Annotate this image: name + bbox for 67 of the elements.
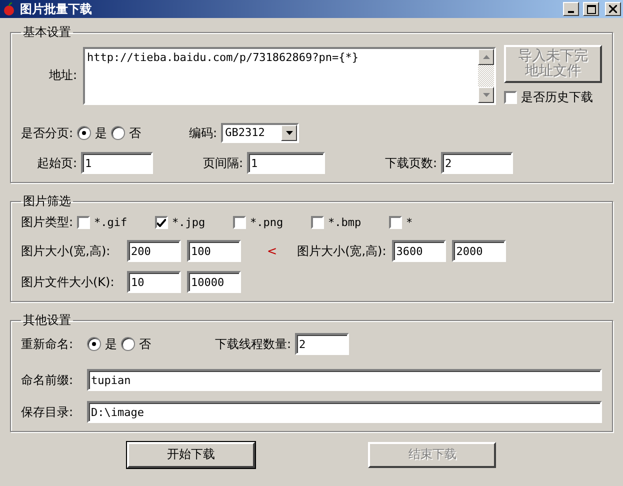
checkbox-label: *.gif: [94, 216, 128, 229]
text-field[interactable]: 100: [187, 240, 241, 262]
checkbox-label: *: [406, 216, 413, 229]
field-label: 下载线程数量:: [215, 336, 292, 352]
text-field[interactable]: 2: [295, 333, 350, 355]
text-field[interactable]: 1: [247, 152, 325, 174]
minimize-button[interactable]: [563, 2, 579, 16]
checkbox[interactable]: [155, 216, 168, 229]
address-field[interactable]: http://tieba.baidu.com/p/731862869?pn={*}: [83, 46, 496, 104]
directory-field[interactable]: D:\image: [87, 401, 602, 423]
field-label: 编码:: [189, 124, 218, 142]
radio-label: 否: [139, 336, 151, 352]
up-arrow-icon: [482, 54, 490, 58]
less-than-sign: <: [267, 244, 278, 258]
dropdown-button[interactable]: [281, 125, 298, 141]
text-field[interactable]: 2: [441, 152, 513, 174]
apple-icon: [2, 2, 16, 16]
prefix-field[interactable]: tupian: [87, 369, 602, 391]
start-download-button[interactable]: 开始下载: [126, 442, 255, 468]
scrollbar[interactable]: [478, 48, 494, 102]
text-field[interactable]: 10000: [187, 271, 241, 293]
checkbox-label: 是否历史下载: [521, 89, 593, 106]
radio-button[interactable]: [87, 337, 101, 351]
close-button[interactable]: [605, 2, 621, 16]
field-label: 是否分页:: [21, 124, 74, 142]
down-arrow-icon: [482, 92, 490, 96]
checkbox[interactable]: [504, 91, 517, 104]
scroll-up-button[interactable]: [478, 48, 494, 64]
field-label: 图片大小(宽,高):: [21, 242, 112, 260]
field-label: 图片大小(宽,高):: [297, 242, 386, 260]
window-title: 图片批量下载: [20, 0, 93, 18]
checkbox[interactable]: [77, 216, 90, 229]
text-field[interactable]: 3600: [392, 240, 446, 262]
field-label: 图片类型:: [21, 214, 74, 231]
radio-button[interactable]: [77, 126, 92, 140]
field-label: 命名前缀:: [21, 372, 74, 388]
encoding-dropdown[interactable]: GB2312: [221, 123, 300, 143]
checkbox[interactable]: [311, 216, 324, 229]
maximize-button[interactable]: [583, 2, 599, 16]
text-field[interactable]: 1: [81, 152, 153, 174]
field-label: 图片文件大小(K):: [21, 274, 116, 290]
checkbox[interactable]: [233, 216, 246, 229]
text-field[interactable]: 10: [127, 271, 181, 293]
maximize-icon: [586, 4, 596, 14]
radio-label: 否: [129, 124, 142, 142]
checkbox-label: *.jpg: [172, 216, 206, 229]
text-field[interactable]: 2000: [452, 240, 506, 262]
field-label: 保存目录:: [21, 404, 74, 420]
field-label: 地址:: [48, 67, 77, 84]
checkbox-label: *.bmp: [328, 216, 362, 229]
field-label: 下载页数:: [384, 154, 437, 172]
radio-label: 是: [105, 336, 117, 352]
field-label: 页间隔:: [202, 154, 243, 172]
checkbox-label: *.png: [250, 216, 284, 229]
radio-button[interactable]: [121, 337, 135, 351]
field-label: 起始页:: [36, 154, 77, 172]
group-title: 基本设置: [22, 24, 72, 41]
field-label: 重新命名:: [21, 336, 74, 352]
group-title: 其他设置: [22, 312, 72, 329]
checkbox[interactable]: [389, 216, 402, 229]
group-title: 图片筛选: [22, 193, 72, 210]
radio-button[interactable]: [111, 126, 126, 140]
scroll-down-button[interactable]: [478, 86, 494, 102]
radio-label: 是: [95, 124, 108, 142]
down-arrow-icon: [286, 131, 293, 135]
close-icon: [609, 5, 617, 13]
text-field[interactable]: 200: [127, 240, 181, 262]
